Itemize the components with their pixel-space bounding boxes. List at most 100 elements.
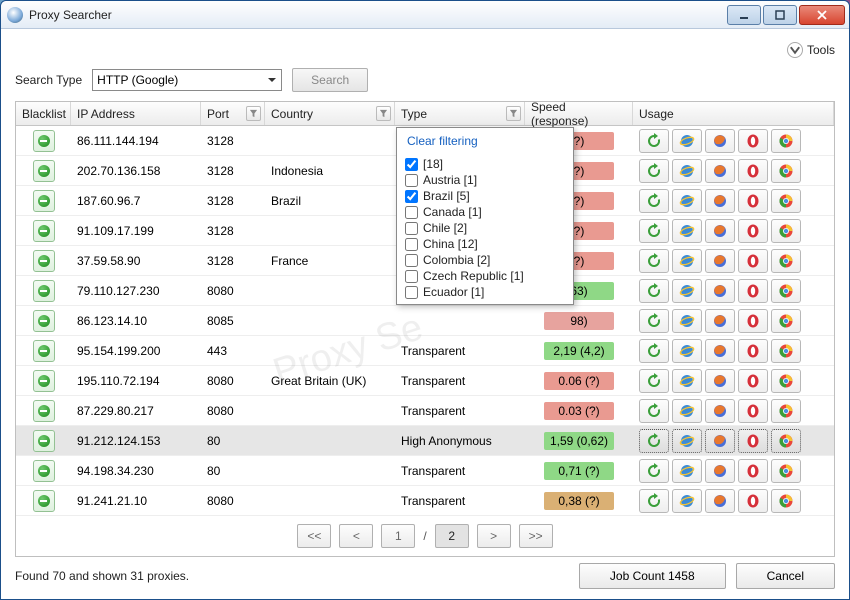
filter-checkbox[interactable] bbox=[405, 222, 418, 235]
ie-button[interactable] bbox=[672, 429, 702, 453]
ie-button[interactable] bbox=[672, 219, 702, 243]
blacklist-button[interactable] bbox=[33, 220, 55, 242]
filter-checkbox[interactable] bbox=[405, 158, 418, 171]
filter-checkbox[interactable] bbox=[405, 238, 418, 251]
search-button[interactable]: Search bbox=[292, 68, 368, 92]
table-row[interactable]: 95.154.199.200443Transparent2,19 (4,2) bbox=[16, 336, 834, 366]
firefox-button[interactable] bbox=[705, 189, 735, 213]
chrome-button[interactable] bbox=[771, 369, 801, 393]
table-row[interactable]: 91.241.21.108080Transparent0,38 (?) bbox=[16, 486, 834, 516]
filter-checkbox[interactable] bbox=[405, 270, 418, 283]
ie-button[interactable] bbox=[672, 369, 702, 393]
refresh-button[interactable] bbox=[639, 249, 669, 273]
blacklist-button[interactable] bbox=[33, 160, 55, 182]
page-last[interactable]: >> bbox=[519, 524, 553, 548]
page-next[interactable]: > bbox=[477, 524, 511, 548]
filter-checkbox[interactable] bbox=[405, 286, 418, 299]
page-prev[interactable]: < bbox=[339, 524, 373, 548]
opera-button[interactable] bbox=[738, 429, 768, 453]
chrome-button[interactable] bbox=[771, 219, 801, 243]
opera-button[interactable] bbox=[738, 459, 768, 483]
col-port[interactable]: Port bbox=[201, 102, 265, 125]
refresh-button[interactable] bbox=[639, 219, 669, 243]
page-first[interactable]: << bbox=[297, 524, 331, 548]
filter-checkbox[interactable] bbox=[405, 254, 418, 267]
ie-button[interactable] bbox=[672, 459, 702, 483]
ie-button[interactable] bbox=[672, 189, 702, 213]
funnel-icon[interactable] bbox=[506, 106, 521, 121]
table-row[interactable]: 87.229.80.2178080Transparent0.03 (?) bbox=[16, 396, 834, 426]
opera-button[interactable] bbox=[738, 129, 768, 153]
close-button[interactable] bbox=[799, 5, 845, 25]
ie-button[interactable] bbox=[672, 309, 702, 333]
refresh-button[interactable] bbox=[639, 129, 669, 153]
chrome-button[interactable] bbox=[771, 279, 801, 303]
filter-checkbox[interactable] bbox=[405, 190, 418, 203]
firefox-button[interactable] bbox=[705, 219, 735, 243]
funnel-icon[interactable] bbox=[246, 106, 261, 121]
firefox-button[interactable] bbox=[705, 399, 735, 423]
opera-button[interactable] bbox=[738, 189, 768, 213]
opera-button[interactable] bbox=[738, 219, 768, 243]
opera-button[interactable] bbox=[738, 309, 768, 333]
filter-option[interactable]: Canada [1] bbox=[401, 204, 569, 220]
filter-checkbox[interactable] bbox=[405, 206, 418, 219]
filter-option-list[interactable]: [18]Austria [1]Brazil [5]Canada [1]Chile… bbox=[397, 154, 573, 304]
ie-button[interactable] bbox=[672, 279, 702, 303]
page-2[interactable]: 2 bbox=[435, 524, 469, 548]
opera-button[interactable] bbox=[738, 399, 768, 423]
refresh-button[interactable] bbox=[639, 489, 669, 513]
table-row[interactable]: 195.110.72.1948080Great Britain (UK)Tran… bbox=[16, 366, 834, 396]
firefox-button[interactable] bbox=[705, 489, 735, 513]
refresh-button[interactable] bbox=[639, 339, 669, 363]
blacklist-button[interactable] bbox=[33, 370, 55, 392]
chrome-button[interactable] bbox=[771, 339, 801, 363]
refresh-button[interactable] bbox=[639, 159, 669, 183]
blacklist-button[interactable] bbox=[33, 280, 55, 302]
filter-option[interactable]: Czech Republic [1] bbox=[401, 268, 569, 284]
minimize-button[interactable] bbox=[727, 5, 761, 25]
refresh-button[interactable] bbox=[639, 429, 669, 453]
refresh-button[interactable] bbox=[639, 309, 669, 333]
filter-option[interactable]: China [12] bbox=[401, 236, 569, 252]
blacklist-button[interactable] bbox=[33, 130, 55, 152]
col-blacklist[interactable]: Blacklist bbox=[16, 102, 71, 125]
blacklist-button[interactable] bbox=[33, 400, 55, 422]
firefox-button[interactable] bbox=[705, 279, 735, 303]
refresh-button[interactable] bbox=[639, 189, 669, 213]
ie-button[interactable] bbox=[672, 399, 702, 423]
blacklist-button[interactable] bbox=[33, 340, 55, 362]
firefox-button[interactable] bbox=[705, 129, 735, 153]
col-type[interactable]: Type bbox=[395, 102, 525, 125]
filter-option[interactable]: Chile [2] bbox=[401, 220, 569, 236]
opera-button[interactable] bbox=[738, 279, 768, 303]
page-1[interactable]: 1 bbox=[381, 524, 415, 548]
funnel-icon[interactable] bbox=[376, 106, 391, 121]
clear-filter-link[interactable]: Clear filtering bbox=[397, 128, 573, 154]
chrome-button[interactable] bbox=[771, 249, 801, 273]
blacklist-button[interactable] bbox=[33, 460, 55, 482]
chrome-button[interactable] bbox=[771, 189, 801, 213]
firefox-button[interactable] bbox=[705, 369, 735, 393]
table-row[interactable]: 91.212.124.15380High Anonymous1,59 (0,62… bbox=[16, 426, 834, 456]
refresh-button[interactable] bbox=[639, 369, 669, 393]
chrome-button[interactable] bbox=[771, 159, 801, 183]
filter-option[interactable]: Colombia [2] bbox=[401, 252, 569, 268]
search-type-combo[interactable]: HTTP (Google) bbox=[92, 69, 282, 91]
col-country[interactable]: Country bbox=[265, 102, 395, 125]
blacklist-button[interactable] bbox=[33, 490, 55, 512]
blacklist-button[interactable] bbox=[33, 190, 55, 212]
chrome-button[interactable] bbox=[771, 429, 801, 453]
filter-checkbox[interactable] bbox=[405, 174, 418, 187]
chrome-button[interactable] bbox=[771, 459, 801, 483]
ie-button[interactable] bbox=[672, 159, 702, 183]
opera-button[interactable] bbox=[738, 249, 768, 273]
blacklist-button[interactable] bbox=[33, 250, 55, 272]
firefox-button[interactable] bbox=[705, 159, 735, 183]
chrome-button[interactable] bbox=[771, 489, 801, 513]
opera-button[interactable] bbox=[738, 339, 768, 363]
cancel-button[interactable]: Cancel bbox=[736, 563, 835, 589]
maximize-button[interactable] bbox=[763, 5, 797, 25]
tools-dropdown[interactable]: Tools bbox=[787, 42, 835, 58]
ie-button[interactable] bbox=[672, 129, 702, 153]
